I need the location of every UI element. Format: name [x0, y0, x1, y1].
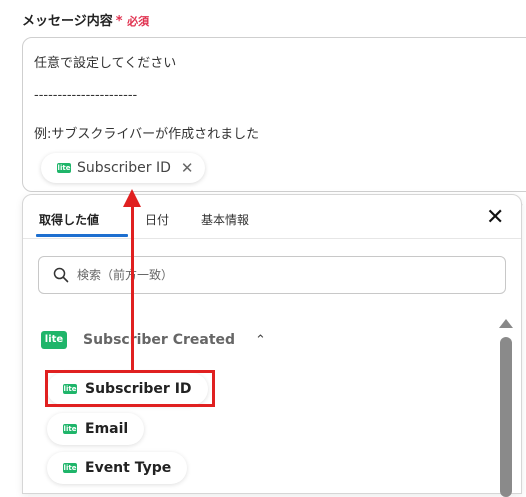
message-line-3: 例:サブスクライバーが作成されました: [34, 127, 260, 142]
close-icon[interactable]: ✕: [486, 205, 504, 230]
message-line-1: 任意で設定してください: [34, 56, 177, 71]
scrollbar-thumb[interactable]: [500, 337, 512, 497]
required-star: *: [115, 14, 123, 29]
active-tab-indicator: [36, 234, 128, 237]
list-item-email[interactable]: lite Email: [47, 413, 145, 445]
inserted-variable-chip[interactable]: lite Subscriber ID ✕: [41, 153, 206, 183]
lite-icon: lite: [63, 424, 77, 434]
tab-divider: [23, 238, 521, 239]
message-field-label: メッセージ内容 * 必須: [22, 10, 149, 29]
message-field-label-text: メッセージ内容: [22, 14, 113, 29]
tab-date[interactable]: 日付: [145, 211, 169, 228]
message-line-2: ----------------------: [34, 88, 138, 103]
group-subscriber-created[interactable]: lite Subscriber Created ⌃: [41, 331, 266, 349]
variable-picker-panel: 取得した値 日付 基本情報 ✕ lite Subscriber Created …: [22, 194, 522, 497]
tab-basic-info[interactable]: 基本情報: [201, 211, 249, 228]
message-textarea[interactable]: 任意で設定してください ---------------------- 例:サブス…: [22, 37, 526, 192]
tab-acquired-values[interactable]: 取得した値: [39, 211, 99, 228]
list-item-event-type[interactable]: lite Event Type: [47, 452, 188, 484]
required-badge: 必須: [127, 15, 150, 28]
search-icon: [53, 267, 69, 283]
item-label: Email: [85, 421, 129, 437]
chevron-up-icon[interactable]: ⌃: [255, 333, 266, 348]
group-title: Subscriber Created: [83, 332, 236, 348]
item-label: Event Type: [85, 460, 172, 476]
remove-chip-icon[interactable]: ✕: [181, 159, 194, 177]
search-box[interactable]: [38, 256, 506, 294]
lite-icon: lite: [41, 331, 67, 349]
lite-icon: lite: [57, 163, 71, 173]
annotation-highlight-box: [45, 370, 215, 407]
scroll-up-arrow-icon[interactable]: [499, 319, 513, 328]
annotation-arrow-shaft: [131, 204, 134, 370]
annotation-arrow-head-icon: [123, 189, 141, 207]
chip-label: Subscriber ID: [77, 160, 171, 176]
lite-icon: lite: [63, 463, 77, 473]
